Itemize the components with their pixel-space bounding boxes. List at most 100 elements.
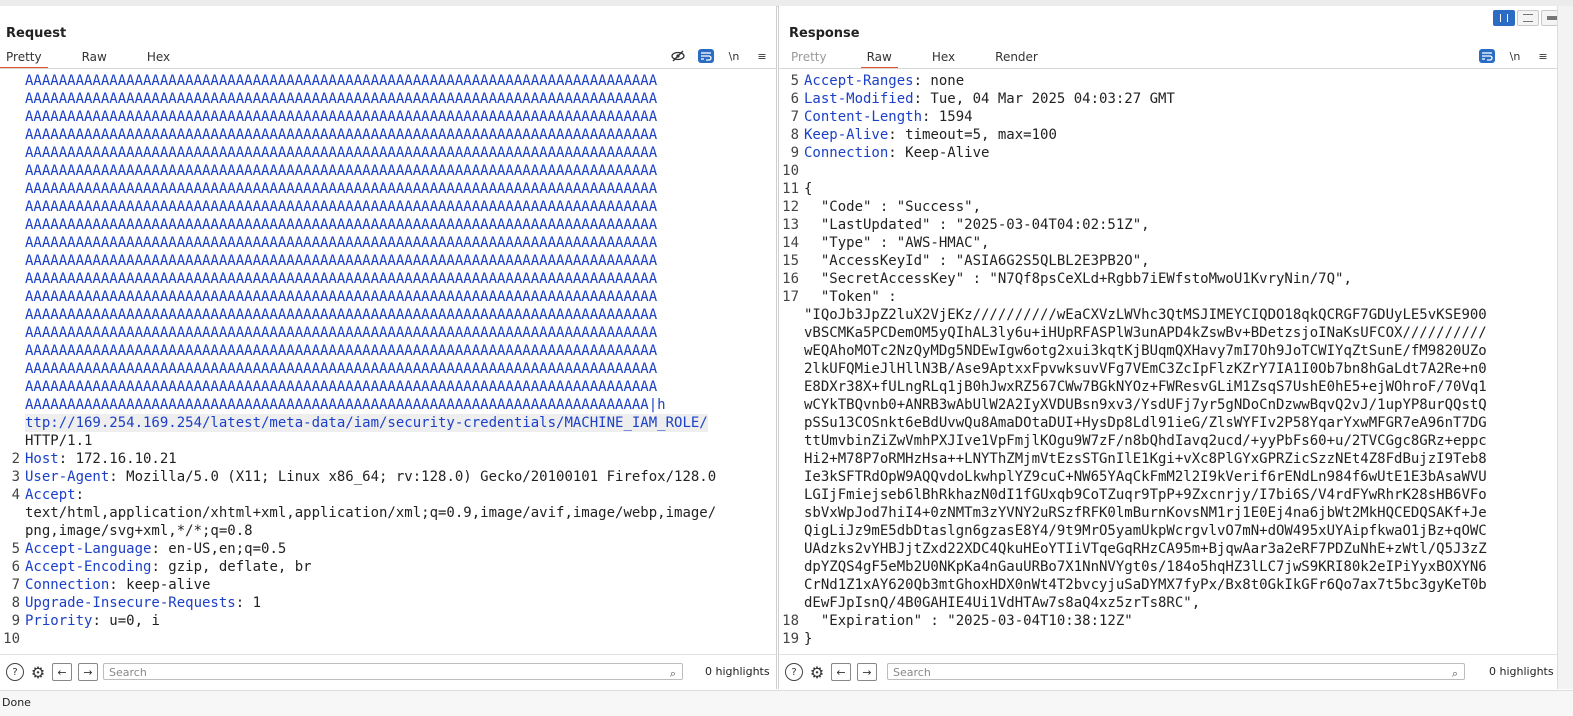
line-number (0, 414, 25, 432)
code-text: Connection: Keep-Alive (804, 144, 989, 162)
code-text: wCYkTBQvnb0+ANRB3wAbUlW2A2IyXVDUBsn9xv3/… (804, 396, 1487, 414)
line-number: 2 (11, 451, 20, 467)
layout-horizontal-button[interactable] (1517, 10, 1539, 26)
code-text: Accept-Ranges: none (804, 72, 964, 90)
code-segment: : Tue, 04 Mar 2025 04:03:27 GMT (913, 91, 1175, 107)
menu-icon[interactable]: ≡ (1535, 49, 1551, 63)
line-number (779, 594, 804, 612)
wrap-lines-icon[interactable] (698, 49, 714, 63)
line-number (779, 540, 804, 558)
code-segment: } (804, 631, 813, 645)
code-segment: AAAAAAAAAAAAAAAAAAAAAAAAAAAAAAAAAAAAAAAA… (25, 325, 658, 341)
code-line: AAAAAAAAAAAAAAAAAAAAAAAAAAAAAAAAAAAAAAAA… (0, 378, 764, 396)
response-editor[interactable]: 5 Accept-Ranges: none 6 Last-Modified: Tue,… (779, 72, 1556, 645)
line-number (779, 360, 804, 378)
line-number (0, 180, 25, 198)
code-line: AAAAAAAAAAAAAAAAAAAAAAAAAAAAAAAAAAAAAAAA… (0, 126, 764, 144)
code-segment: : en-US,en;q=0.5 (151, 541, 287, 557)
response-tab-pretty[interactable]: Pretty (785, 48, 833, 67)
newline-toggle[interactable]: \n (726, 49, 742, 63)
newline-toggle[interactable]: \n (1507, 49, 1523, 63)
request-tab-raw[interactable]: Raw (76, 48, 113, 67)
line-number (779, 414, 804, 432)
next-arrow-icon[interactable]: → (78, 663, 98, 681)
code-line: wEQAhoMOTc2NzQyMDg5NDEwIgw6otg2xui3kqtKj… (779, 342, 1556, 360)
response-tab-render[interactable]: Render (989, 48, 1044, 67)
code-line: 11 { (779, 180, 1556, 198)
line-number: 11 (782, 181, 799, 197)
response-toolbar: \n ≡ (1479, 49, 1551, 63)
code-segment: LGIjFmiejseb6lBhRkhazN0dI1fGUxqb9CoTZuqr… (804, 487, 1487, 503)
code-segment: Ie3kSFTRdOpW9AQQvdoLkwhplYZ9cuC+NW65YAqC… (804, 469, 1487, 485)
line-number (779, 576, 804, 594)
line-number (0, 234, 25, 252)
prev-arrow-icon[interactable]: ← (52, 663, 72, 681)
request-editor[interactable]: AAAAAAAAAAAAAAAAAAAAAAAAAAAAAAAAAAAAAAAA… (0, 72, 764, 645)
code-line: CrNd1Z1xAY620Qb3mtGhoxHDX0nWt4T2bvcyjuSa… (779, 576, 1556, 594)
code-segment: 2lkUFQMieJlHllN3B/Ase9AptxxFpvwksuvVFg7V… (804, 361, 1487, 377)
code-text: Accept: (25, 486, 84, 504)
response-scrollbar[interactable] (1557, 6, 1573, 689)
response-tab-raw[interactable]: Raw (860, 48, 898, 69)
line-number: 18 (782, 613, 799, 629)
response-panel: Response Pretty Raw Hex Render \n ≡ 5 Acc… (778, 6, 1573, 689)
code-segment: : 1 (235, 595, 262, 611)
code-segment: "LastUpdated" : "2025-03-04T04:02:51Z", (804, 217, 1150, 233)
code-line: AAAAAAAAAAAAAAAAAAAAAAAAAAAAAAAAAAAAAAAA… (0, 234, 764, 252)
code-line: AAAAAAAAAAAAAAAAAAAAAAAAAAAAAAAAAAAAAAAA… (0, 252, 764, 270)
code-segment: : u=0, i (92, 613, 160, 629)
help-icon[interactable]: ? (785, 663, 803, 681)
line-number: 19 (782, 631, 799, 645)
response-tab-divider (779, 68, 1573, 69)
help-icon[interactable]: ? (6, 663, 24, 681)
code-segment: "Expiration" : "2025-03-04T10:38:12Z" (804, 613, 1133, 629)
search-icon: ⌕ (1451, 667, 1458, 680)
header-name: Priority (25, 613, 93, 629)
settings-icon[interactable]: ⚙ (30, 663, 46, 682)
wrap-lines-icon[interactable] (1479, 49, 1495, 63)
line-number: 7 (790, 109, 799, 125)
line-number (0, 126, 25, 144)
code-segment: : 1594 (922, 109, 973, 125)
request-search-input[interactable]: Search ⌕ (103, 663, 683, 680)
line-number: 6 (790, 91, 799, 107)
code-text: Connection: keep-alive (25, 576, 210, 594)
response-tab-hex[interactable]: Hex (926, 48, 961, 67)
code-text: Priority: u=0, i (25, 612, 160, 630)
code-line: 7 Connection: keep-alive (0, 576, 764, 594)
code-line: AAAAAAAAAAAAAAAAAAAAAAAAAAAAAAAAAAAAAAAA… (0, 108, 764, 126)
code-segment: AAAAAAAAAAAAAAAAAAAAAAAAAAAAAAAAAAAAAAAA… (25, 199, 658, 215)
next-arrow-icon[interactable]: → (857, 663, 877, 681)
code-segment: AAAAAAAAAAAAAAAAAAAAAAAAAAAAAAAAAAAAAAAA… (25, 343, 658, 359)
code-line: AAAAAAAAAAAAAAAAAAAAAAAAAAAAAAAAAAAAAAAA… (0, 396, 764, 414)
code-text: Accept-Language: en-US,en;q=0.5 (25, 540, 286, 558)
layout-side-by-side-button[interactable] (1493, 10, 1515, 26)
line-number: 17 (782, 289, 799, 305)
code-text: AAAAAAAAAAAAAAAAAAAAAAAAAAAAAAAAAAAAAAAA… (25, 180, 657, 198)
code-text: "AccessKeyId" : "ASIA6G2S5QLBL2E3PB2O", (804, 252, 1150, 270)
code-text: Upgrade-Insecure-Requests: 1 (25, 594, 261, 612)
code-segment: "Type" : "AWS-HMAC", (804, 235, 990, 251)
hide-nonprinting-icon[interactable] (670, 49, 686, 63)
code-segment: AAAAAAAAAAAAAAAAAAAAAAAAAAAAAAAAAAAAAAAA… (25, 271, 658, 287)
request-tab-pretty[interactable]: Pretty (0, 48, 48, 69)
status-text: Done (2, 696, 31, 709)
response-search-input[interactable]: Search ⌕ (887, 663, 1465, 680)
code-text: "LastUpdated" : "2025-03-04T04:02:51Z", (804, 216, 1150, 234)
line-number (779, 468, 804, 486)
settings-icon[interactable]: ⚙ (809, 663, 825, 682)
code-text: Content-Length: 1594 (804, 108, 973, 126)
code-text: AAAAAAAAAAAAAAAAAAAAAAAAAAAAAAAAAAAAAAAA… (25, 234, 657, 252)
request-tab-hex[interactable]: Hex (141, 48, 176, 67)
code-segment: AAAAAAAAAAAAAAAAAAAAAAAAAAAAAAAAAAAAAAAA… (25, 145, 658, 161)
line-number (779, 324, 804, 342)
code-text: sbVxWpJod7hiI4+0zNMTm3zYVNY2uRSzfRFK0lmB… (804, 504, 1487, 522)
code-text: text/html,application/xhtml+xml,applicat… (25, 504, 716, 522)
prev-arrow-icon[interactable]: ← (831, 663, 851, 681)
code-segment: CrNd1Z1xAY620Qb3mtGhoxHDX0nWt4T2bvcyjuSa… (804, 577, 1487, 593)
code-text: AAAAAAAAAAAAAAAAAAAAAAAAAAAAAAAAAAAAAAAA… (25, 270, 657, 288)
code-line: AAAAAAAAAAAAAAAAAAAAAAAAAAAAAAAAAAAAAAAA… (0, 216, 764, 234)
line-number (779, 558, 804, 576)
code-segment: AAAAAAAAAAAAAAAAAAAAAAAAAAAAAAAAAAAAAAAA… (25, 73, 658, 89)
menu-icon[interactable]: ≡ (754, 49, 770, 63)
